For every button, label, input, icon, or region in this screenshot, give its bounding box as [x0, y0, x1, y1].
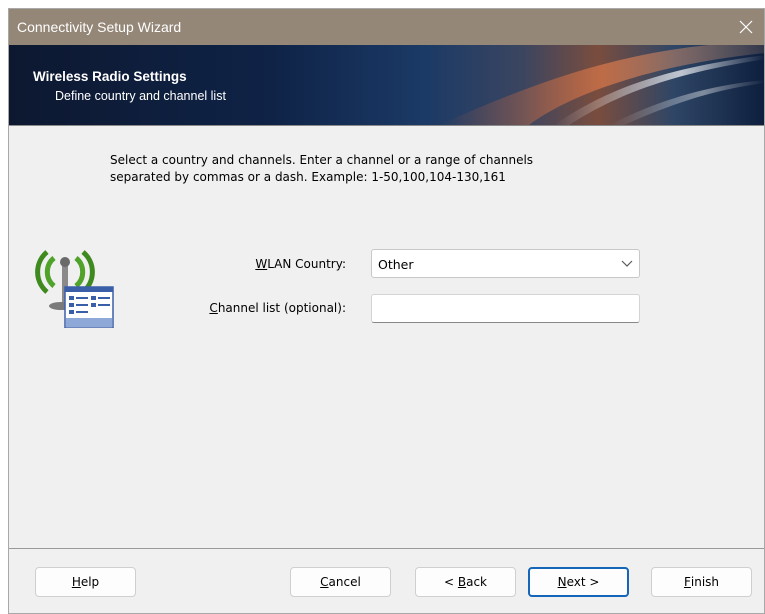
close-icon[interactable]: [728, 9, 764, 45]
wizard-window: Connectivity Setup Wizard Wireless Radio…: [8, 8, 765, 614]
instructions-line-2: separated by commas or a dash. Example: …: [110, 170, 506, 184]
wizard-header: Wireless Radio Settings Define country a…: [9, 45, 764, 125]
channel-list-input[interactable]: [371, 294, 640, 323]
instructions-text: Select a country and channels. Enter a c…: [110, 152, 533, 186]
title-bar[interactable]: Connectivity Setup Wizard: [9, 9, 764, 45]
header-swoosh-graphic: [439, 45, 764, 125]
header-subtitle: Define country and channel list: [55, 89, 226, 103]
wlan-country-label: WLAN Country:: [255, 257, 346, 271]
back-button[interactable]: < Back: [415, 567, 516, 597]
header-divider: [9, 125, 764, 126]
chevron-down-icon: [621, 260, 633, 267]
channel-list-label: Channel list (optional):: [209, 301, 346, 315]
wlan-country-dropdown[interactable]: Other: [371, 249, 640, 278]
window-title: Connectivity Setup Wizard: [17, 19, 182, 35]
header-title: Wireless Radio Settings: [33, 69, 187, 84]
finish-button[interactable]: Finish: [651, 567, 752, 597]
help-button[interactable]: Help: [35, 567, 136, 597]
wlan-country-value: Other: [378, 257, 414, 272]
next-button[interactable]: Next >: [528, 567, 629, 597]
instructions-line-1: Select a country and channels. Enter a c…: [110, 153, 534, 167]
footer-divider: [9, 548, 764, 549]
wireless-radio-icon: [35, 250, 114, 328]
cancel-button[interactable]: Cancel: [290, 567, 391, 597]
